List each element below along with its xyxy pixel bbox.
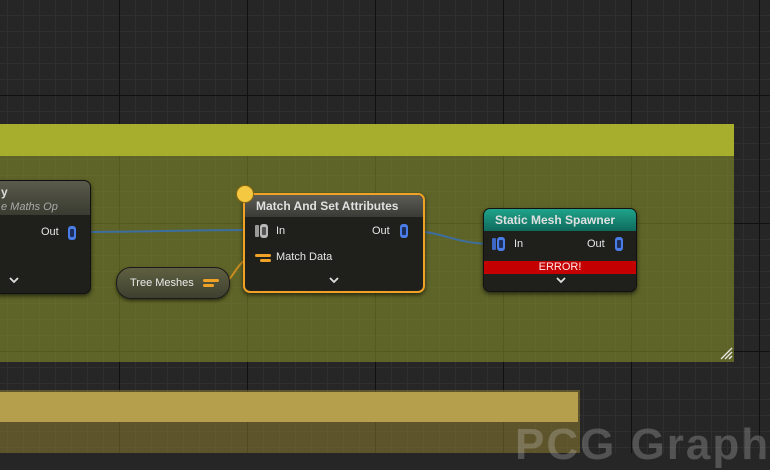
spatial-in-pin-icon[interactable] [255, 223, 269, 239]
node-title: Static Mesh Spawner [495, 213, 616, 227]
spatial-out-pin-icon[interactable] [399, 223, 409, 239]
node-title: y [1, 185, 8, 199]
spatial-in-pin-icon[interactable] [492, 236, 506, 252]
attribute-pin-icon[interactable] [203, 278, 219, 288]
match-and-set-attributes-node[interactable]: Match And Set Attributes In Out Match Da… [243, 193, 425, 293]
in-pin-label: In [514, 238, 524, 250]
error-banner: ERROR! [484, 261, 636, 274]
node-subtitle: e Maths Op [1, 201, 58, 213]
node-title: Match And Set Attributes [256, 199, 399, 213]
in-pin-label: In [276, 225, 286, 237]
comment-box-secondary-header[interactable] [0, 392, 578, 422]
maths-op-node[interactable]: y e Maths Op Out [0, 180, 91, 294]
graph-watermark: PCG Graph [515, 420, 770, 469]
chevron-down-icon[interactable] [329, 277, 339, 285]
attribute-in-pin-icon[interactable] [255, 253, 271, 263]
spatial-out-pin-icon[interactable] [614, 236, 624, 252]
resize-grip-icon[interactable] [719, 346, 733, 360]
out-pin-label: Out [41, 226, 59, 238]
chevron-down-icon[interactable] [556, 277, 566, 285]
tree-meshes-node[interactable]: Tree Meshes [116, 267, 230, 299]
static-mesh-spawner-node[interactable]: Static Mesh Spawner In Out ERROR! [483, 208, 637, 292]
spatial-out-pin-icon[interactable] [67, 225, 77, 241]
chevron-down-icon[interactable] [9, 277, 19, 285]
comment-box-header[interactable] [0, 124, 734, 156]
out-pin-label: Out [587, 238, 605, 250]
match-data-pin-label: Match Data [276, 251, 333, 263]
out-pin-label: Out [372, 225, 390, 237]
tree-meshes-label: Tree Meshes [130, 277, 194, 289]
debug-breakpoint-icon[interactable] [236, 185, 254, 203]
